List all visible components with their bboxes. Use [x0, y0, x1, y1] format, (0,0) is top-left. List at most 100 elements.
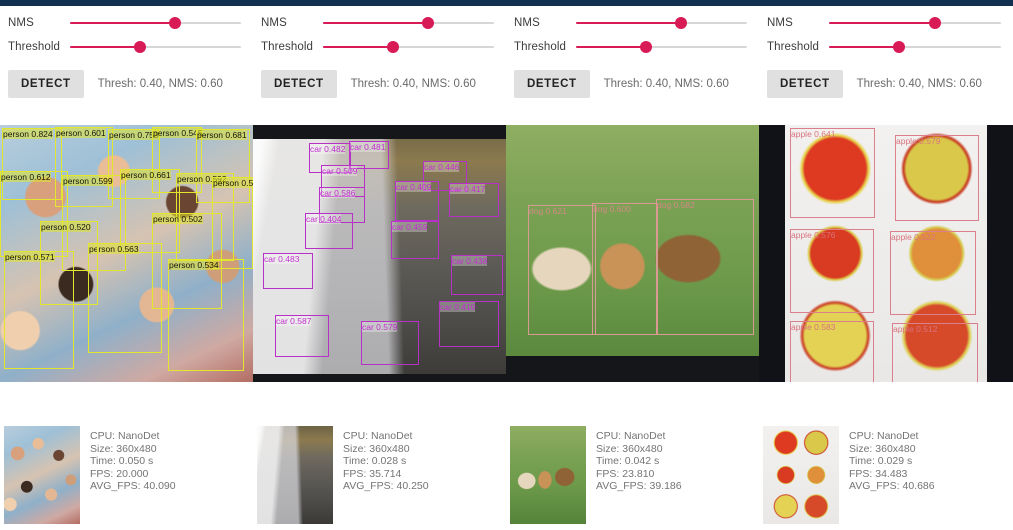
nms-slider-cars[interactable] [323, 12, 498, 34]
detection-label: person 0.661 [121, 170, 171, 180]
detection-label: car 0.579 [362, 322, 398, 332]
stat-avg-fps: AVG_FPS: 40.250 [343, 480, 429, 493]
detection-box-dog [592, 203, 658, 335]
nms-slider-row-dogs: NMS [514, 12, 751, 34]
nms-slider-thumb[interactable] [422, 17, 434, 29]
nms-label-apples: NMS [767, 17, 793, 29]
detect-button-cars[interactable]: DETECT [261, 70, 337, 98]
detection-demo-app: NMS Threshold DETECT Thresh: 0.40, NMS: … [0, 0, 1013, 530]
threshold-slider-fill [829, 46, 900, 48]
detection-label: person 0.612 [1, 172, 51, 182]
nms-slider-dogs[interactable] [576, 12, 751, 34]
nms-slider-thumb[interactable] [169, 17, 181, 29]
nms-label-people: NMS [8, 17, 34, 29]
letterbox-bar [253, 125, 506, 139]
stats-text-people: CPU: NanoDet Size: 360x480 Time: 0.050 s… [90, 426, 176, 530]
nms-slider-apples[interactable] [829, 12, 1005, 34]
control-panel-people: NMS Threshold DETECT Thresh: 0.40, NMS: … [0, 6, 253, 118]
threshold-slider-thumb[interactable] [387, 41, 399, 53]
detection-box-dog [528, 205, 596, 335]
stat-time: Time: 0.029 s [849, 455, 913, 468]
stat-size: Size: 360x480 [596, 442, 663, 455]
nms-label-cars: NMS [261, 17, 287, 29]
detection-label: apple 0.522 [891, 232, 936, 242]
detection-label: car 0.417 [450, 184, 486, 194]
detection-label: car 0.481 [350, 142, 386, 152]
threshold-slider-people[interactable] [70, 36, 245, 58]
detect-row-dogs: DETECT Thresh: 0.40, NMS: 0.60 [514, 70, 751, 98]
detection-label: car 0.459 [392, 222, 428, 232]
stat-size: Size: 360x480 [343, 442, 410, 455]
detection-label: person 0.534 [169, 260, 219, 270]
thumbnail-dogs[interactable] [510, 426, 586, 524]
detection-result-cars[interactable]: car 0.482 car 0.481 car 0.509 car 0.586 car … [253, 125, 506, 382]
thumbnail-cars[interactable] [257, 426, 333, 524]
stats-panel-cars: CPU: NanoDet Size: 360x480 Time: 0.028 s… [253, 420, 506, 530]
detection-label: car 0.404 [306, 214, 342, 224]
nms-slider-fill [70, 22, 175, 24]
detection-label: dog 0.621 [529, 206, 567, 216]
threshold-label-people: Threshold [8, 41, 61, 53]
stat-size: Size: 360x480 [849, 442, 916, 455]
detection-image-dogs: dog 0.621 dog 0.600 dog 0.582 [506, 125, 759, 382]
detection-label: person 0.599 [63, 176, 113, 186]
thumbnail-apples[interactable] [763, 426, 839, 524]
letterbox-bar [253, 374, 506, 382]
threshold-readout-dogs: Thresh: 0.40, NMS: 0.60 [603, 78, 729, 90]
thumbnail-photo-people [4, 426, 80, 524]
threshold-slider-dogs[interactable] [576, 36, 751, 58]
detection-label: person 0.681 [197, 130, 247, 140]
threshold-slider-cars[interactable] [323, 36, 498, 58]
detection-label: car 0.483 [264, 254, 300, 264]
detection-result-apples[interactable]: apple 0.641 apple 0.579 apple 0.576 apple 0… [759, 125, 1013, 382]
detect-button-people[interactable]: DETECT [8, 70, 84, 98]
threshold-slider-fill [323, 46, 393, 48]
detection-box-person [40, 221, 98, 305]
threshold-slider-row-apples: Threshold [767, 36, 1005, 58]
thumbnail-photo-apples [763, 426, 839, 524]
threshold-slider-row-people: Threshold [8, 36, 245, 58]
detect-button-dogs[interactable]: DETECT [514, 70, 590, 98]
detection-result-people[interactable]: person 0.824 person 0.601 person 0.753 pers… [0, 125, 253, 382]
threshold-slider-apples[interactable] [829, 36, 1005, 58]
threshold-label-dogs: Threshold [514, 41, 567, 53]
detection-box-apple [890, 231, 976, 315]
stat-cpu: CPU: NanoDet [343, 430, 413, 442]
stat-time: Time: 0.042 s [596, 455, 660, 468]
detection-box-person [88, 243, 162, 353]
detection-box-apple [790, 229, 874, 313]
stat-avg-fps: AVG_FPS: 40.090 [90, 480, 176, 493]
stats-text-dogs: CPU: NanoDet Size: 360x480 Time: 0.042 s… [596, 426, 682, 530]
thumbnail-people[interactable] [4, 426, 80, 524]
stat-cpu: CPU: NanoDet [849, 430, 919, 442]
nms-slider-row-people: NMS [8, 12, 245, 34]
stats-text-cars: CPU: NanoDet Size: 360x480 Time: 0.028 s… [343, 426, 429, 530]
detect-button-apples[interactable]: DETECT [767, 70, 843, 98]
thumbnail-photo-cars [257, 426, 333, 524]
detect-row-cars: DETECT Thresh: 0.40, NMS: 0.60 [261, 70, 498, 98]
detection-box-dog [656, 199, 754, 335]
threshold-slider-fill [70, 46, 140, 48]
stat-fps: FPS: 35.714 [343, 467, 402, 480]
detection-label: apple 0.641 [791, 129, 836, 139]
stat-size: Size: 360x480 [90, 442, 157, 455]
stat-avg-fps: AVG_FPS: 39.186 [596, 480, 682, 493]
threshold-slider-thumb[interactable] [893, 41, 906, 53]
detection-label: apple 0.576 [791, 230, 836, 240]
stats-panel-people: CPU: NanoDet Size: 360x480 Time: 0.050 s… [0, 420, 253, 530]
stat-avg-fps: AVG_FPS: 40.686 [849, 480, 935, 493]
threshold-slider-thumb[interactable] [640, 41, 652, 53]
control-panel-cars: NMS Threshold DETECT Thresh: 0.40, NMS: … [253, 6, 506, 118]
detection-result-dogs[interactable]: dog 0.621 dog 0.600 dog 0.582 [506, 125, 759, 382]
detection-label: car 0.446 [424, 162, 460, 172]
threshold-readout-cars: Thresh: 0.40, NMS: 0.60 [350, 78, 476, 90]
detection-image-people: person 0.824 person 0.601 person 0.753 pers… [0, 125, 253, 382]
nms-slider-thumb[interactable] [675, 17, 687, 29]
detection-label: dog 0.600 [593, 204, 631, 214]
threshold-slider-thumb[interactable] [134, 41, 146, 53]
detection-image-apples: apple 0.641 apple 0.579 apple 0.576 apple 0… [759, 125, 1013, 382]
nms-slider-people[interactable] [70, 12, 245, 34]
nms-slider-thumb[interactable] [928, 17, 941, 29]
detection-label: car 0.509 [322, 166, 358, 176]
detection-image-cars: car 0.482 car 0.481 car 0.509 car 0.586 car … [253, 125, 506, 382]
